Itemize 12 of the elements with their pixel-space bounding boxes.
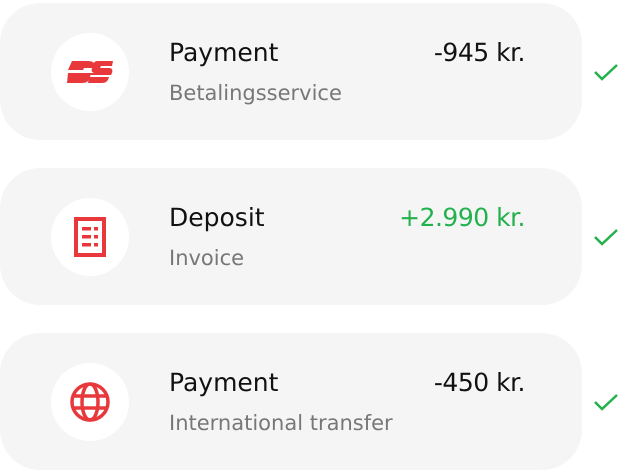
transaction-amount: -450 kr. xyxy=(434,368,525,397)
transaction-title: Payment xyxy=(169,38,278,67)
transaction-description: Invoice xyxy=(169,246,246,270)
transaction-card[interactable]: Payment -945 kr. Betalingsservice xyxy=(0,3,582,140)
transaction-description: International transfer xyxy=(169,411,394,435)
transaction-description: Betalingsservice xyxy=(169,81,343,105)
transaction-title: Deposit xyxy=(169,203,265,232)
transaction-title: Payment xyxy=(169,368,278,397)
transaction-amount: +2.990 kr. xyxy=(399,203,525,232)
transaction-card[interactable]: Deposit +2.990 kr. Invoice xyxy=(0,168,582,305)
transaction-card[interactable]: Payment -450 kr. International transfer xyxy=(0,333,582,470)
transaction-amount: -945 kr. xyxy=(434,38,525,67)
